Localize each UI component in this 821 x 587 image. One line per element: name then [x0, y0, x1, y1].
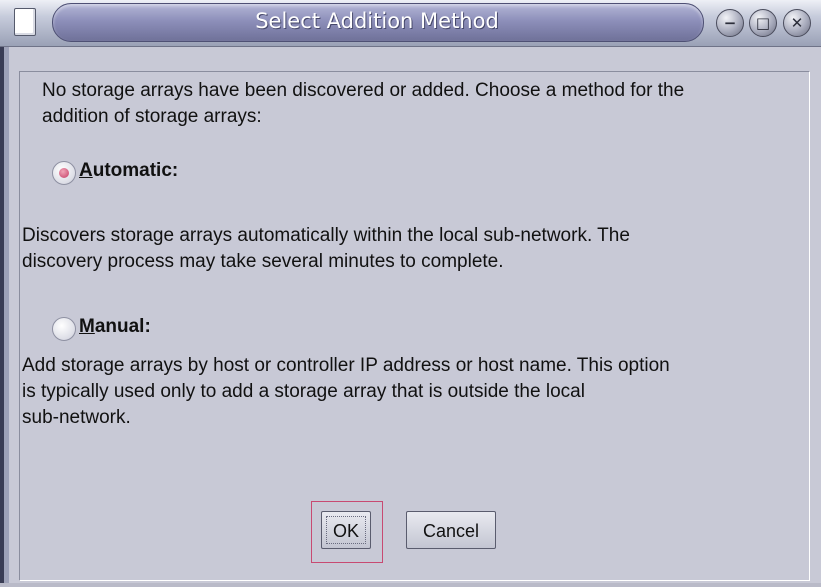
description-line: is typically used only to add a storage …	[22, 381, 585, 402]
manual-description: Add storage arrays by host or controller…	[22, 353, 802, 431]
description-line: discovery process may take several minut…	[22, 251, 504, 272]
description-line: Discovers storage arrays automatically w…	[22, 225, 630, 246]
window-frame-bottom	[0, 583, 821, 587]
description-line: Add storage arrays by host or controller…	[22, 355, 670, 376]
intro-line: No storage arrays have been discovered o…	[42, 80, 685, 101]
intro-text: No storage arrays have been discovered o…	[42, 78, 802, 130]
description-line: sub-network.	[22, 407, 131, 428]
automatic-label[interactable]: Automatic:	[79, 158, 178, 184]
cancel-button[interactable]: Cancel	[406, 511, 496, 549]
manual-mnemonic: M	[79, 316, 95, 337]
intro-line: addition of storage arrays:	[42, 106, 262, 127]
manual-label-text: anual:	[94, 316, 151, 337]
maximize-icon[interactable]: □	[749, 9, 777, 37]
window-menu-icon[interactable]	[14, 8, 36, 36]
manual-label[interactable]: Manual:	[79, 314, 151, 340]
close-icon[interactable]: ✕	[783, 9, 811, 37]
title-bar[interactable]: Select Addition Method − □ ✕	[0, 0, 821, 47]
minimize-icon[interactable]: −	[716, 9, 744, 37]
automatic-description: Discovers storage arrays automatically w…	[22, 223, 802, 275]
dialog-window: Select Addition Method − □ ✕ No storage …	[0, 0, 821, 587]
manual-radio[interactable]	[52, 317, 76, 341]
automatic-mnemonic: A	[79, 160, 93, 181]
window-frame-left	[0, 47, 9, 587]
automatic-radio[interactable]	[52, 161, 76, 185]
ok-button[interactable]: OK	[321, 511, 371, 549]
automatic-label-text: utomatic:	[92, 160, 179, 181]
window-title: Select Addition Method	[255, 9, 499, 33]
dialog-content: No storage arrays have been discovered o…	[19, 71, 810, 581]
radio-selected-dot	[59, 168, 69, 178]
